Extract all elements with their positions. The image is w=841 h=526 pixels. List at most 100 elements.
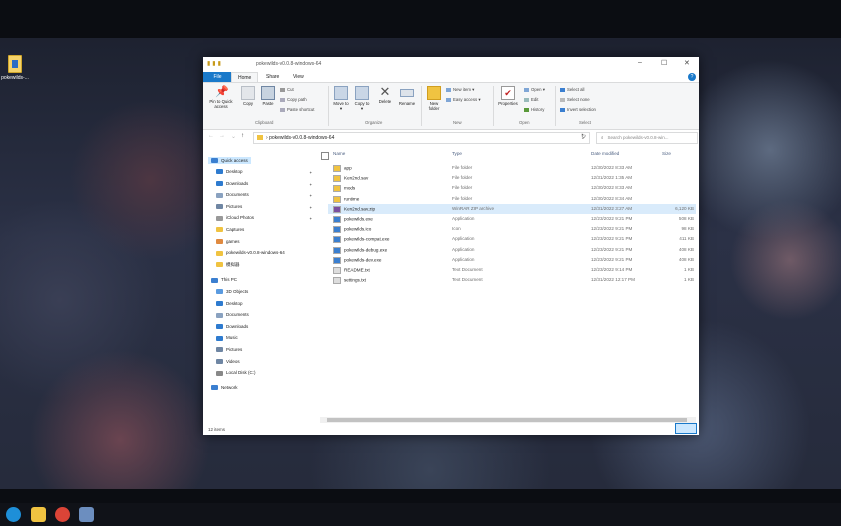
- history-button[interactable]: History: [524, 107, 544, 112]
- nav-quick-item[interactable]: Captures: [216, 227, 244, 233]
- scrollbar-thumb[interactable]: [327, 418, 687, 422]
- paste-icon: [261, 86, 275, 100]
- file-row[interactable]: mods File folder 12/30/2022 8:33 AM: [328, 183, 696, 193]
- nav-pc-item[interactable]: Downloads: [216, 324, 248, 330]
- pin-icon[interactable]: ✦: [309, 170, 312, 175]
- nav-quick-item[interactable]: pokewilds-v0.0.8-windows-64: [216, 250, 285, 256]
- edge-icon[interactable]: [6, 507, 21, 522]
- minimize-button[interactable]: –: [638, 59, 642, 66]
- pin-icon[interactable]: ✦: [309, 193, 312, 198]
- copy-to-button[interactable]: Copy to ▾: [353, 86, 371, 111]
- edit-button[interactable]: Edit: [524, 97, 538, 102]
- cut-button[interactable]: Cut: [280, 87, 294, 92]
- nav-quick-item[interactable]: Desktop: [216, 169, 243, 175]
- file-explorer-icon[interactable]: [31, 507, 46, 522]
- file-name-cell: pokewilds.ico: [333, 226, 371, 234]
- paste-shortcut-button[interactable]: Paste shortcut: [280, 107, 314, 112]
- select-all-checkbox[interactable]: [321, 152, 329, 160]
- bottom-letterbox: [0, 489, 841, 503]
- nav-network[interactable]: Network: [211, 385, 238, 391]
- up-arrow-icon[interactable]: ↑: [241, 133, 244, 139]
- file-size-cell: 408 KB: [678, 256, 694, 262]
- file-date-cell: 12/31/2022 1:35 AM: [591, 175, 633, 181]
- paste-button[interactable]: Paste: [259, 86, 277, 106]
- file-size-cell: 6,120 KB: [675, 205, 694, 211]
- nav-quick-item[interactable]: Downloads: [216, 181, 248, 186]
- file-row[interactable]: README.txt Text Document 12/23/2022 9:14 P…: [328, 265, 696, 275]
- open-button[interactable]: Open ▾: [524, 87, 545, 93]
- app-icon[interactable]: [79, 507, 94, 522]
- pin-icon[interactable]: ✦: [309, 205, 312, 210]
- desktop-shortcut[interactable]: pokewilds-...: [0, 55, 30, 81]
- nav-pc-item[interactable]: Music: [216, 335, 238, 341]
- properties-button[interactable]: ✔ Properties: [496, 86, 520, 106]
- search-input[interactable]: Search pokewilds-v0.0.8-win...: [608, 135, 669, 140]
- file-row[interactable]: pokewilds.ico Icon 12/23/2022 9:21 PM 98 KB: [328, 224, 696, 234]
- column-date[interactable]: Date modified: [591, 151, 619, 161]
- search-box[interactable]: ⌕ Search pokewilds-v0.0.8-win...: [596, 132, 698, 144]
- copy-button[interactable]: Copy: [239, 86, 257, 106]
- back-arrow-icon[interactable]: ←: [208, 133, 214, 139]
- pin-quick-access-button[interactable]: 📌 Pin to Quick access: [205, 86, 237, 109]
- file-row[interactable]: Ken2nd.sav File folder 12/31/2022 1:35 AM: [328, 173, 696, 183]
- file-row[interactable]: Ken2nd.sav.zip WinRAR ZIP archive 12/31/20…: [328, 203, 696, 214]
- easy-access-button[interactable]: Easy access ▾: [446, 97, 480, 103]
- refresh-icon[interactable]: ↻: [581, 133, 586, 140]
- nav-quick-item[interactable]: games: [216, 239, 240, 244]
- network-icon: [211, 385, 218, 391]
- select-none-button[interactable]: Select none: [560, 97, 590, 102]
- file-date-cell: 12/31/2022 12:17 PM: [591, 277, 635, 283]
- file-row[interactable]: pokewilds.exe Application 12/23/2022 9:21 …: [328, 214, 696, 224]
- file-row[interactable]: runtime File folder 12/30/2022 8:34 AM: [328, 194, 696, 204]
- address-bar[interactable]: › pokewilds-v0.0.8-windows-64 ⌄: [253, 132, 590, 144]
- nav-quick-item[interactable]: Documents: [216, 192, 249, 198]
- folder-icon: [216, 347, 223, 353]
- nav-pc-item[interactable]: Videos: [216, 359, 240, 364]
- maximize-button[interactable]: ☐: [661, 59, 667, 67]
- new-item-button[interactable]: New item ▾: [446, 87, 474, 93]
- file-row[interactable]: app File folder 12/30/2022 8:33 AM: [328, 163, 696, 173]
- file-name-cell: pokewilds-compat.exe: [333, 236, 389, 244]
- close-button[interactable]: ✕: [684, 59, 690, 67]
- nav-quick-item[interactable]: 模拟器: [216, 262, 240, 268]
- file-row[interactable]: pokewilds-dev.exe Application 12/23/2022 9…: [328, 255, 696, 265]
- select-all-button[interactable]: Select all: [560, 87, 584, 92]
- app-file-icon: [333, 246, 341, 254]
- nav-pc-item[interactable]: Pictures: [216, 347, 242, 353]
- column-size[interactable]: Size: [662, 151, 671, 161]
- column-name[interactable]: Name: [333, 151, 345, 161]
- pin-icon[interactable]: ✦: [309, 216, 312, 221]
- nav-quick-access[interactable]: Quick access: [208, 157, 251, 165]
- tab-view[interactable]: View: [287, 72, 310, 82]
- copy-path-button[interactable]: Copy path: [280, 97, 307, 102]
- new-folder-button[interactable]: New folder: [424, 86, 444, 111]
- rename-button[interactable]: Rename: [397, 86, 417, 106]
- nav-quick-item[interactable]: iCloud Photos: [216, 215, 254, 221]
- pin-icon[interactable]: ✦: [309, 182, 312, 187]
- nav-this-pc[interactable]: This PC: [211, 277, 237, 283]
- forward-arrow-icon[interactable]: →: [219, 133, 225, 139]
- recent-chevron-icon[interactable]: ⌄: [231, 133, 236, 140]
- file-row[interactable]: settings.txt Text Document 12/31/2022 12:1…: [328, 275, 696, 285]
- column-type[interactable]: Type: [452, 151, 462, 161]
- file-date-cell: 12/23/2022 9:14 PM: [591, 267, 633, 272]
- nav-quick-item[interactable]: Pictures: [216, 204, 242, 210]
- view-toggle-buttons[interactable]: [675, 423, 697, 434]
- file-size-cell: 508 KB: [678, 216, 694, 221]
- quick-access-toolbar[interactable]: ▮▮▮: [207, 60, 223, 67]
- nav-pc-item[interactable]: Local Disk (C:): [216, 370, 256, 376]
- nav-pc-item[interactable]: 3D Objects: [216, 289, 248, 295]
- tab-share[interactable]: Share: [260, 72, 285, 82]
- chrome-icon[interactable]: [55, 507, 70, 522]
- nav-pc-item[interactable]: Desktop: [216, 301, 243, 306]
- file-row[interactable]: pokewilds-compat.exe Application 12/23/202…: [328, 234, 696, 244]
- move-to-button[interactable]: Move to ▾: [332, 86, 350, 111]
- nav-pc-item[interactable]: Documents: [216, 312, 249, 318]
- delete-button[interactable]: ✕ Delete: [375, 85, 395, 104]
- invert-selection-button[interactable]: Invert selection: [560, 107, 596, 112]
- help-icon[interactable]: ?: [688, 73, 696, 81]
- select-none-icon: [560, 97, 565, 102]
- tab-file[interactable]: File: [203, 72, 232, 82]
- horizontal-scrollbar[interactable]: [320, 417, 696, 423]
- file-row[interactable]: pokewilds-debug.exe Application 12/23/2022…: [328, 245, 696, 255]
